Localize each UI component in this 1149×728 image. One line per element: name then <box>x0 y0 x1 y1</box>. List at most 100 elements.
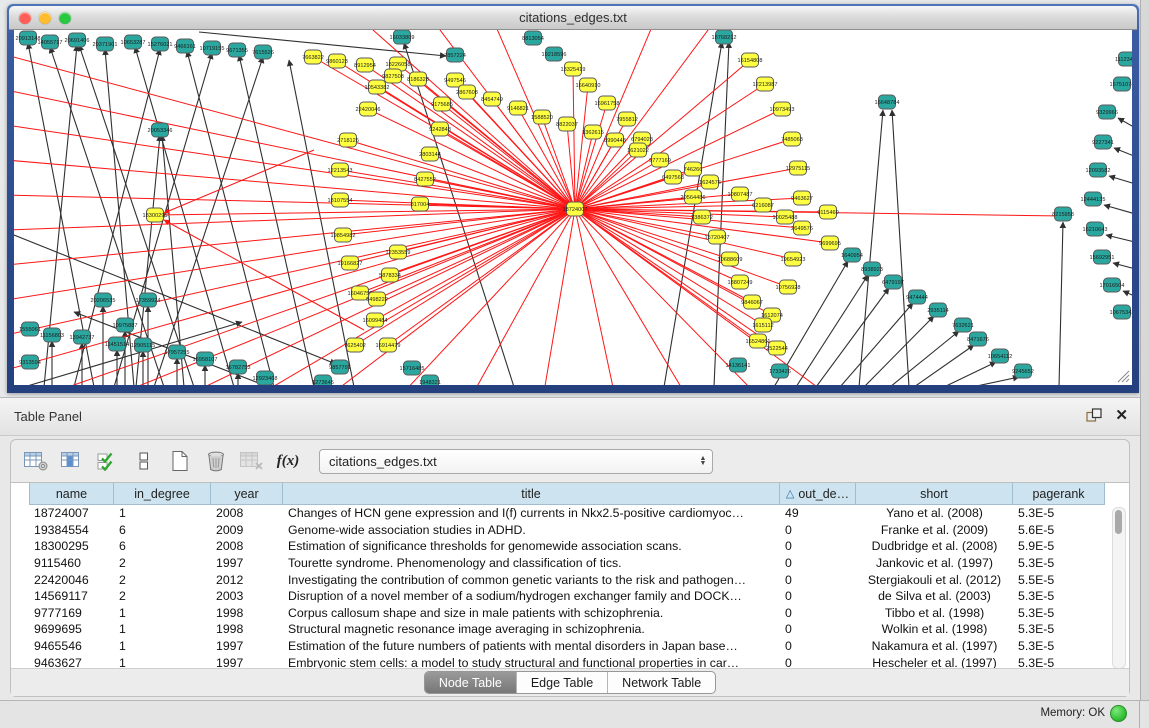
table-row[interactable]: 1872400712008Changes of HCN gene express… <box>11 505 1129 522</box>
cell-year[interactable]: 1998 <box>211 605 283 622</box>
network-node[interactable]: 14055717 <box>38 35 63 49</box>
network-node[interactable]: 10675342 <box>1110 305 1132 319</box>
selected-edge[interactable] <box>14 209 575 300</box>
cell-out_de[interactable]: 49 <box>780 505 856 522</box>
cell-name[interactable]: 22420046 <box>29 571 114 588</box>
cell-short[interactable]: Nakamura et al. (1997) <box>856 638 1013 655</box>
network-node[interactable]: 9242848 <box>429 122 451 136</box>
network-node[interactable]: 8215958 <box>1052 207 1074 221</box>
network-node[interactable]: 8938923 <box>861 262 883 276</box>
network-canvas[interactable]: 18724007 18300295 7663822 9860123 891295… <box>14 30 1132 385</box>
network-node[interactable]: 12923468 <box>253 371 278 385</box>
cell-title[interactable]: Corpus callosum shape and size in male p… <box>283 605 780 622</box>
cell-name[interactable]: 18724007 <box>29 505 114 522</box>
network-node[interactable]: 13942737 <box>70 330 95 344</box>
network-node[interactable]: 2803144 <box>419 147 441 161</box>
network-node[interactable]: 20564486 <box>681 190 706 204</box>
citation-edge[interactable] <box>816 288 889 385</box>
network-node[interactable]: 14136141 <box>726 358 751 372</box>
network-node[interactable]: 8454749 <box>481 92 503 106</box>
citation-edge[interactable] <box>1059 222 1063 385</box>
cell-year[interactable]: 1997 <box>211 555 283 572</box>
network-node[interactable]: 19854982 <box>331 228 356 242</box>
cell-pagerank[interactable]: 5.3E-5 <box>1013 621 1105 638</box>
network-node[interactable]: 10807487 <box>728 187 753 201</box>
network-node[interactable]: 1588520 <box>531 110 553 124</box>
network-node[interactable]: 9671355 <box>226 43 248 57</box>
network-node[interactable]: 9329966 <box>1096 105 1118 119</box>
citation-edge[interactable] <box>796 275 868 385</box>
network-node[interactable]: 2522544 <box>766 341 788 355</box>
selected-edge[interactable] <box>14 209 575 230</box>
selected-edge[interactable] <box>54 209 575 385</box>
network-node[interactable]: 8912954 <box>354 58 376 72</box>
selected-edge[interactable] <box>575 30 714 209</box>
network-node[interactable]: 7615526 <box>252 45 274 59</box>
selected-edge[interactable] <box>348 140 575 209</box>
network-node[interactable]: 12093582 <box>1086 163 1111 177</box>
network-node[interactable]: 1615112 <box>752 318 773 332</box>
network-node[interactable]: 7485063 <box>781 132 803 146</box>
cell-name[interactable]: 9115460 <box>29 555 114 572</box>
network-node[interactable]: 10973493 <box>770 102 795 116</box>
citation-edge[interactable] <box>1123 291 1132 298</box>
network-node[interactable]: 11123456 <box>1115 52 1132 66</box>
network-node[interactable]: 19218596 <box>542 47 567 61</box>
cell-year[interactable]: 2009 <box>211 522 283 539</box>
network-node[interactable]: 9115460 <box>817 205 838 219</box>
selected-edge[interactable] <box>575 209 684 385</box>
network-node[interactable]: 9699695 <box>819 236 841 250</box>
network-node[interactable]: 16961758 <box>595 96 620 110</box>
cell-title[interactable]: Investigating the contribution of common… <box>283 571 780 588</box>
cell-out_de[interactable]: 0 <box>780 638 856 655</box>
network-node[interactable]: 1273645 <box>312 375 334 385</box>
table-row[interactable]: 946554611997Estimation of the future num… <box>11 638 1129 655</box>
column-header-year[interactable]: year <box>211 483 283 505</box>
selected-edge[interactable] <box>544 209 575 385</box>
column-header-name[interactable]: name <box>29 483 114 505</box>
cell-in_degree[interactable]: 6 <box>114 538 211 555</box>
network-node[interactable]: 15716485 <box>400 361 425 375</box>
citation-edge[interactable] <box>972 377 1019 385</box>
citation-edge[interactable] <box>864 316 934 385</box>
network-node[interactable]: 9313594 <box>19 355 41 369</box>
network-node[interactable]: 12905115 <box>131 338 155 352</box>
citation-edge[interactable] <box>914 345 974 385</box>
network-node[interactable]: 5878334 <box>379 268 401 282</box>
network-node[interactable]: 8427552 <box>414 172 436 186</box>
selected-edge[interactable] <box>14 209 575 265</box>
network-node[interactable]: 9846067 <box>741 295 763 309</box>
cell-name[interactable]: 14569117 <box>29 588 114 605</box>
network-node[interactable]: 17016504 <box>1100 278 1125 292</box>
network-node[interactable]: 10719155 <box>200 41 225 55</box>
network-node[interactable]: 9466161 <box>174 39 196 53</box>
cell-title[interactable]: Estimation of significance thresholds fo… <box>283 538 780 555</box>
network-node[interactable]: 9245652 <box>1012 364 1034 378</box>
table-row[interactable]: 977716911998Corpus callosum shape and si… <box>11 605 1129 622</box>
cell-short[interactable]: Hescheler et al. (1997) <box>856 654 1013 668</box>
cell-short[interactable]: Franke et al. (2009) <box>856 522 1013 539</box>
network-node[interactable]: 2935114 <box>927 303 948 317</box>
network-node[interactable]: 8822037 <box>556 117 578 131</box>
selected-edge[interactable] <box>440 129 575 209</box>
network-node[interactable]: 15751074 <box>1110 77 1132 91</box>
network-node[interactable]: 9227341 <box>1092 135 1114 149</box>
citation-edge[interactable] <box>1109 176 1132 185</box>
cell-pagerank[interactable]: 5.3E-5 <box>1013 505 1105 522</box>
cell-out_de[interactable]: 0 <box>780 605 856 622</box>
network-node[interactable]: 10654112 <box>988 349 1012 363</box>
cell-pagerank[interactable]: 5.3E-5 <box>1013 555 1105 572</box>
selected-edge[interactable] <box>430 154 575 209</box>
cell-year[interactable]: 1997 <box>211 638 283 655</box>
network-node[interactable]: 8813054 <box>522 31 544 45</box>
cell-short[interactable]: Tibbo et al. (1998) <box>856 605 1013 622</box>
table-row[interactable]: 1938455462009Genome-wide association stu… <box>11 522 1129 539</box>
row-height-icon[interactable] <box>129 447 159 475</box>
cell-pagerank[interactable]: 5.3E-5 <box>1013 588 1105 605</box>
selected-edge[interactable] <box>14 125 575 209</box>
network-node[interactable]: 16958107 <box>193 352 218 366</box>
cell-name[interactable]: 9699695 <box>29 621 114 638</box>
selected-edge[interactable] <box>377 87 575 209</box>
cell-in_degree[interactable]: 2 <box>114 555 211 572</box>
network-node[interactable]: 16914479 <box>376 338 401 352</box>
